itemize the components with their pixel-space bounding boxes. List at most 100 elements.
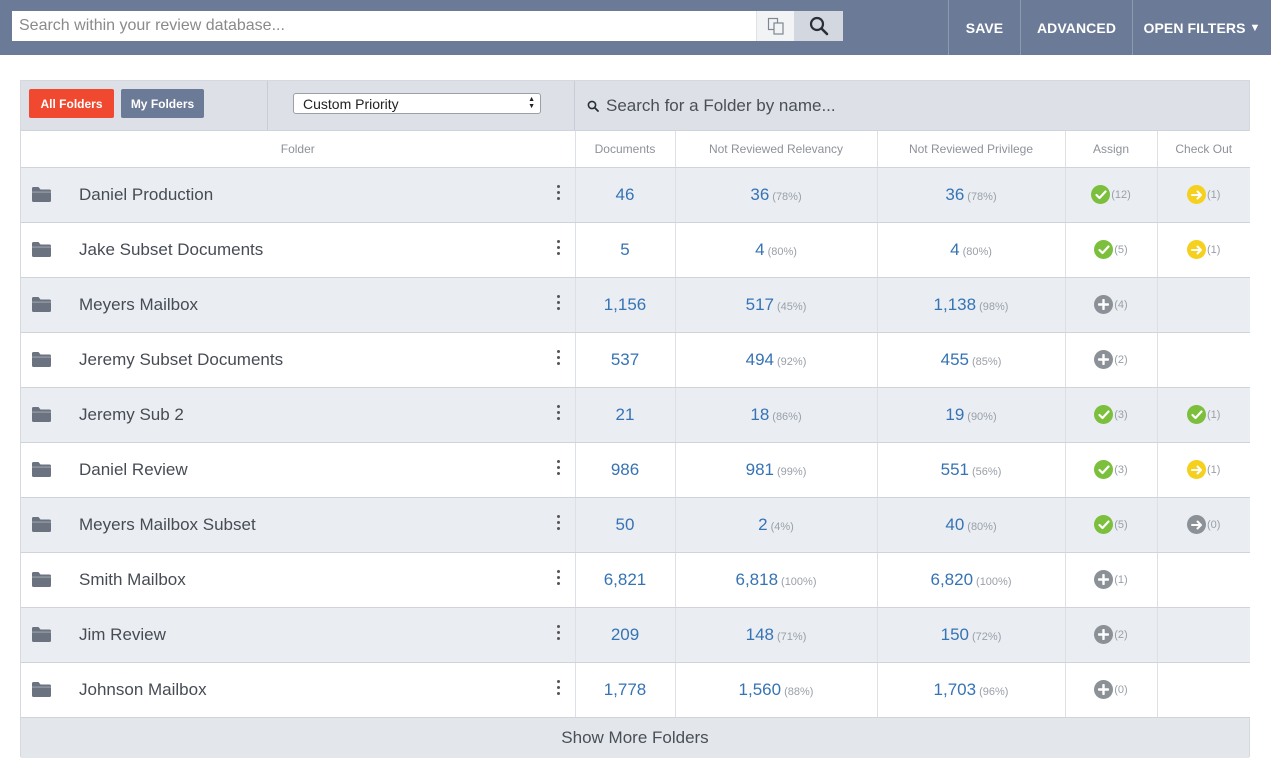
folder-name[interactable]: Jake Subset Documents <box>79 240 263 260</box>
privilege-count[interactable]: 40 <box>945 515 964 534</box>
more-options-icon[interactable] <box>556 294 561 313</box>
assign-button[interactable]: (1) <box>1094 569 1128 590</box>
column-header-assign[interactable]: Assign <box>1065 131 1158 168</box>
assign-button[interactable]: (5) <box>1094 240 1128 260</box>
table-row[interactable]: Daniel Production 46 36 (78%) 36 (78%) (12) (1) <box>21 167 1250 223</box>
documents-cell[interactable]: 986 <box>575 442 676 498</box>
folder-name[interactable]: Meyers Mailbox Subset <box>79 515 256 535</box>
privilege-cell[interactable]: 150 (72%) <box>877 607 1066 663</box>
show-more-folders-button[interactable]: Show More Folders <box>21 717 1249 758</box>
relevancy-count[interactable]: 6,818 <box>735 570 778 589</box>
more-options-icon[interactable] <box>556 514 561 533</box>
folder-cell[interactable]: Daniel Review <box>21 442 576 498</box>
privilege-cell[interactable]: 1,138 (98%) <box>877 277 1066 333</box>
assign-button[interactable]: (3) <box>1094 405 1128 425</box>
table-row[interactable]: Meyers Mailbox 1,156 517 (45%) 1,138 (98%) (4) <box>21 277 1250 333</box>
copy-documents-button[interactable] <box>756 11 794 41</box>
privilege-count[interactable]: 4 <box>950 240 959 259</box>
column-header-folder[interactable]: Folder <box>21 131 576 168</box>
documents-cell[interactable]: 209 <box>575 607 676 663</box>
documents-cell[interactable]: 537 <box>575 332 676 388</box>
documents-count[interactable]: 46 <box>616 185 635 204</box>
documents-count[interactable]: 1,156 <box>604 295 647 314</box>
folder-cell[interactable]: Daniel Production <box>21 167 576 223</box>
relevancy-count[interactable]: 36 <box>750 185 769 204</box>
table-row[interactable]: Smith Mailbox 6,821 6,818 (100%) 6,820 (100%)… <box>21 552 1250 608</box>
column-header-documents[interactable]: Documents <box>575 131 676 168</box>
relevancy-cell[interactable]: 36 (78%) <box>675 167 878 223</box>
sort-select[interactable]: Custom Priority ▲ ▼ <box>293 93 541 114</box>
documents-count[interactable]: 986 <box>611 460 639 479</box>
documents-count[interactable]: 1,778 <box>604 680 647 699</box>
search-input[interactable] <box>12 11 756 41</box>
relevancy-cell[interactable]: 981 (99%) <box>675 442 878 498</box>
relevancy-count[interactable]: 18 <box>750 405 769 424</box>
documents-cell[interactable]: 1,778 <box>575 662 676 718</box>
relevancy-count[interactable]: 4 <box>755 240 764 259</box>
documents-count[interactable]: 6,821 <box>604 570 647 589</box>
privilege-count[interactable]: 150 <box>941 625 969 644</box>
open-filters-button[interactable]: OPEN FILTERS ▼ <box>1132 0 1271 55</box>
check-out-button[interactable]: (1) <box>1187 405 1220 425</box>
folder-name[interactable]: Meyers Mailbox <box>79 295 198 315</box>
check-out-button[interactable]: (0) <box>1187 515 1220 535</box>
folder-name[interactable]: Daniel Review <box>79 460 188 480</box>
folder-cell[interactable]: Jeremy Sub 2 <box>21 387 576 443</box>
folder-cell[interactable]: Johnson Mailbox <box>21 662 576 718</box>
assign-button[interactable]: (2) <box>1094 349 1128 370</box>
folder-name[interactable]: Jim Review <box>79 625 166 645</box>
assign-button[interactable]: (4) <box>1094 294 1128 315</box>
more-options-icon[interactable] <box>556 239 561 258</box>
privilege-cell[interactable]: 36 (78%) <box>877 167 1066 223</box>
more-options-icon[interactable] <box>556 459 561 478</box>
privilege-cell[interactable]: 40 (80%) <box>877 497 1066 553</box>
search-button[interactable] <box>794 11 843 41</box>
folder-cell[interactable]: Smith Mailbox <box>21 552 576 608</box>
folder-cell[interactable]: Jim Review <box>21 607 576 663</box>
folder-name[interactable]: Daniel Production <box>79 185 213 205</box>
all-folders-button[interactable]: All Folders <box>29 89 114 118</box>
relevancy-cell[interactable]: 148 (71%) <box>675 607 878 663</box>
documents-cell[interactable]: 46 <box>575 167 676 223</box>
assign-button[interactable]: (3) <box>1094 460 1128 480</box>
folder-cell[interactable]: Meyers Mailbox Subset <box>21 497 576 553</box>
more-options-icon[interactable] <box>556 624 561 643</box>
folder-cell[interactable]: Jake Subset Documents <box>21 222 576 278</box>
table-row[interactable]: Meyers Mailbox Subset 50 2 (4%) 40 (80%) (5) (0… <box>21 497 1250 553</box>
save-button[interactable]: SAVE <box>948 0 1020 55</box>
assign-button[interactable]: (12) <box>1091 185 1131 205</box>
relevancy-cell[interactable]: 18 (86%) <box>675 387 878 443</box>
privilege-cell[interactable]: 455 (85%) <box>877 332 1066 388</box>
more-options-icon[interactable] <box>556 404 561 423</box>
privilege-count[interactable]: 1,138 <box>934 295 977 314</box>
documents-count[interactable]: 5 <box>620 240 629 259</box>
privilege-cell[interactable]: 6,820 (100%) <box>877 552 1066 608</box>
privilege-count[interactable]: 455 <box>941 350 969 369</box>
assign-button[interactable]: (2) <box>1094 624 1128 645</box>
relevancy-count[interactable]: 517 <box>746 295 774 314</box>
documents-count[interactable]: 50 <box>616 515 635 534</box>
table-row[interactable]: Jeremy Subset Documents 537 494 (92%) 455 (85… <box>21 332 1250 388</box>
relevancy-count[interactable]: 494 <box>746 350 774 369</box>
relevancy-count[interactable]: 1,560 <box>739 680 782 699</box>
table-row[interactable]: Jake Subset Documents 5 4 (80%) 4 (80%) (5) (1) <box>21 222 1250 278</box>
table-row[interactable]: Jeremy Sub 2 21 18 (86%) 19 (90%) (3) (1) <box>21 387 1250 443</box>
privilege-cell[interactable]: 551 (56%) <box>877 442 1066 498</box>
assign-button[interactable]: (5) <box>1094 515 1128 535</box>
documents-count[interactable]: 209 <box>611 625 639 644</box>
check-out-button[interactable]: (1) <box>1187 185 1220 205</box>
column-header-check-out[interactable]: Check Out <box>1157 131 1250 168</box>
column-header-privilege[interactable]: Not Reviewed Privilege <box>877 131 1066 168</box>
more-options-icon[interactable] <box>556 569 561 588</box>
relevancy-cell[interactable]: 1,560 (88%) <box>675 662 878 718</box>
column-header-relevancy[interactable]: Not Reviewed Relevancy <box>675 131 878 168</box>
documents-cell[interactable]: 50 <box>575 497 676 553</box>
table-row[interactable]: Jim Review 209 148 (71%) 150 (72%) (2) <box>21 607 1250 663</box>
privilege-cell[interactable]: 19 (90%) <box>877 387 1066 443</box>
documents-cell[interactable]: 21 <box>575 387 676 443</box>
folder-name[interactable]: Jeremy Sub 2 <box>79 405 184 425</box>
privilege-count[interactable]: 1,703 <box>934 680 977 699</box>
more-options-icon[interactable] <box>556 679 561 698</box>
privilege-count[interactable]: 19 <box>945 405 964 424</box>
more-options-icon[interactable] <box>556 184 561 203</box>
